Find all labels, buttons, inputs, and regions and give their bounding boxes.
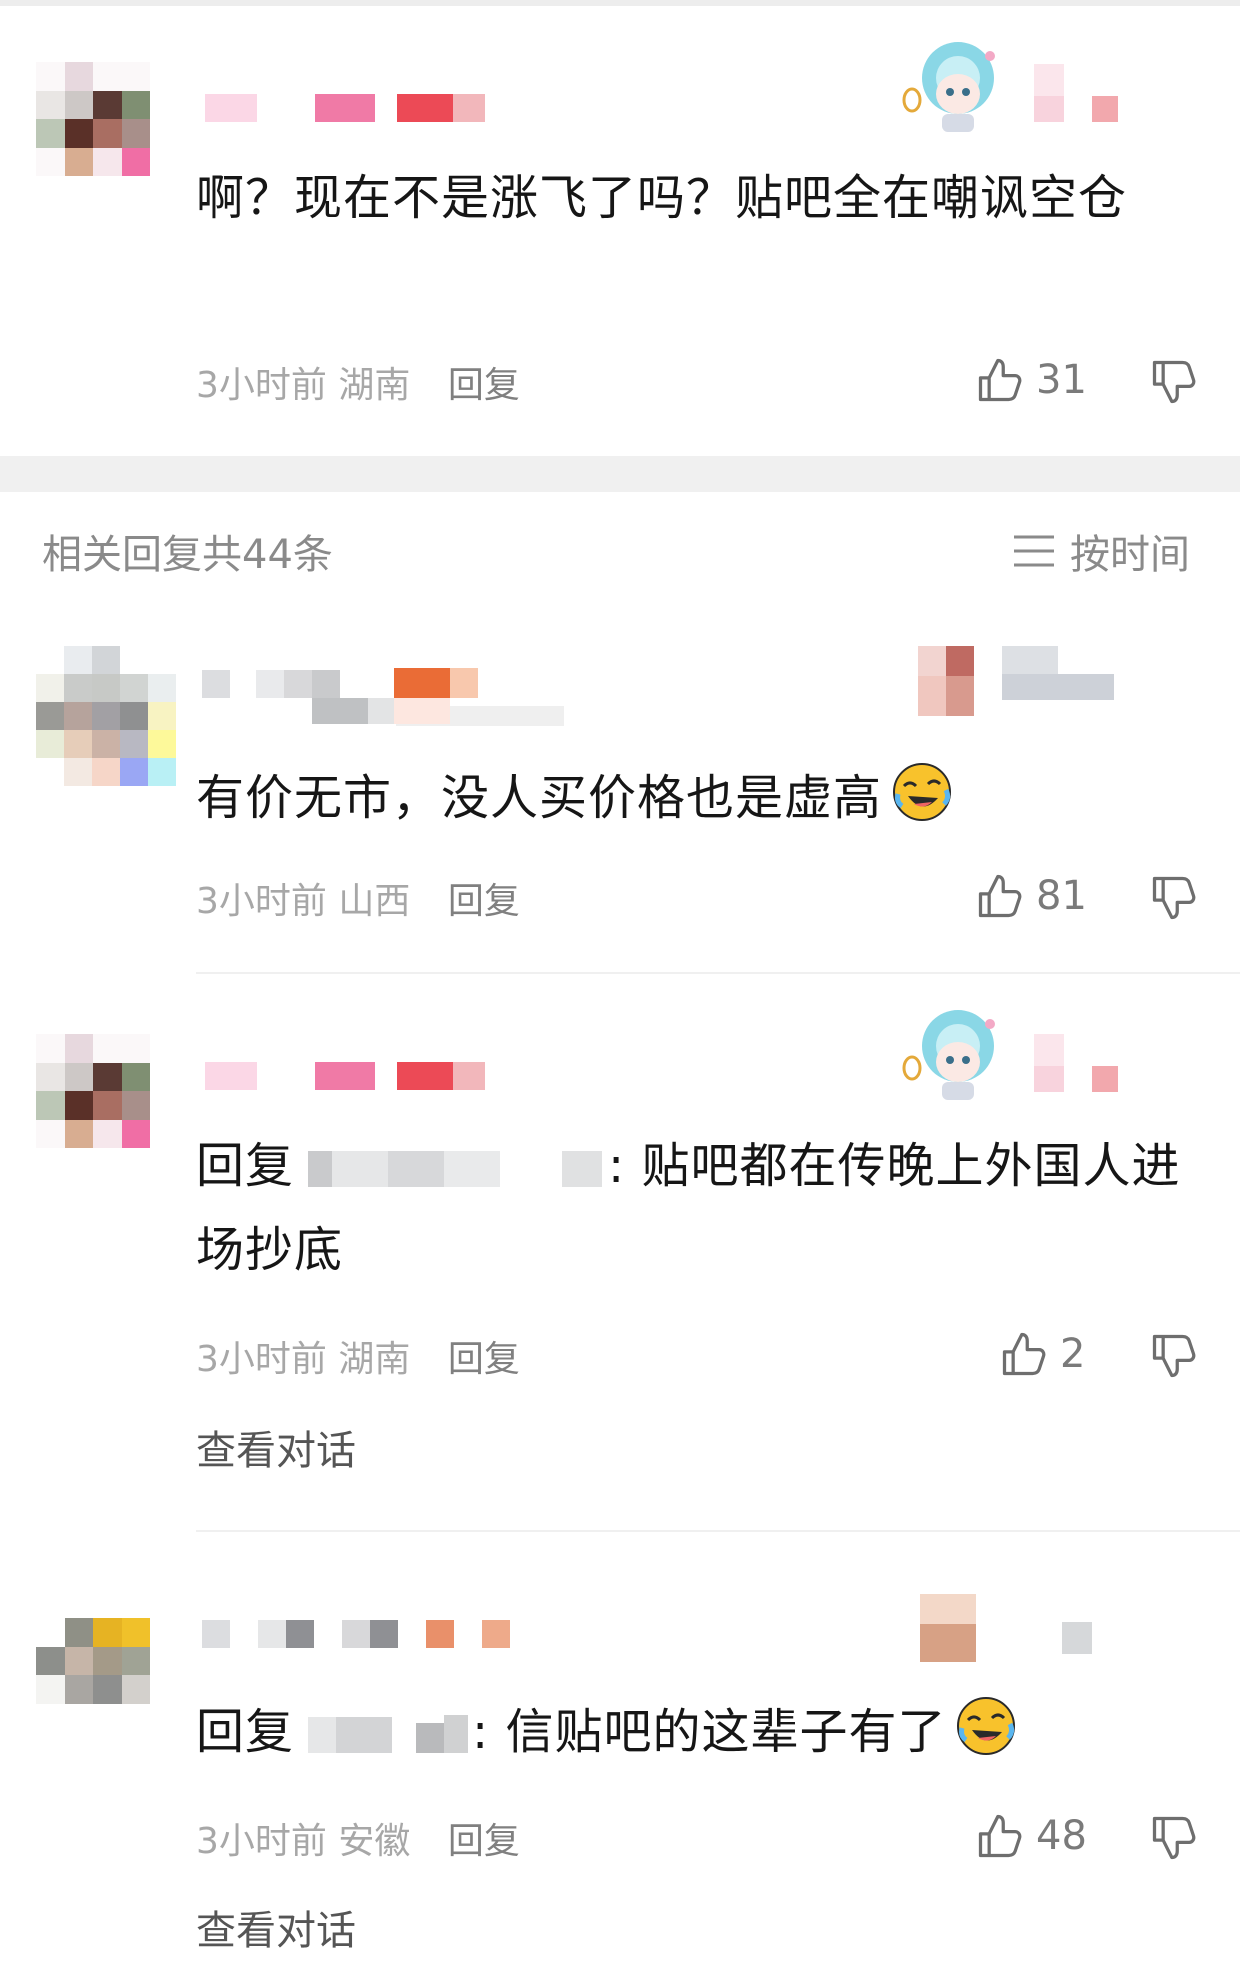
thumbs-up-icon	[978, 1814, 1022, 1858]
reply-button[interactable]: 回复	[448, 1821, 520, 1862]
user-badge-blurred	[918, 646, 1118, 726]
laughing-crying-emoji-icon	[957, 1697, 1016, 1755]
reply-button[interactable]: 回复	[448, 881, 520, 922]
comment-content: 啊？现在不是涨飞了吗？贴吧全在嘲讽空仓	[196, 170, 1128, 226]
like-count: 48	[1036, 1813, 1087, 1859]
like-button[interactable]: 81	[974, 866, 1087, 926]
like-count: 81	[1036, 873, 1087, 919]
thumbs-down-icon[interactable]	[1148, 356, 1200, 408]
reply-button[interactable]: 回复	[448, 1339, 520, 1380]
reply-time: 3小时前	[196, 881, 327, 922]
laughing-crying-emoji-icon	[893, 763, 952, 821]
view-conversation-link[interactable]: 查看对话	[196, 1418, 356, 1476]
user-tag-blurred	[1034, 64, 1118, 122]
section-divider	[0, 456, 1240, 492]
replied-username-blurred[interactable]	[308, 1149, 518, 1189]
reply-location: 安徽	[338, 1821, 411, 1862]
replied-username-blurred-2	[416, 1715, 472, 1755]
username-blurred[interactable]	[205, 1062, 485, 1090]
reply-prefix: 回复	[196, 1138, 295, 1194]
like-count: 2	[1060, 1331, 1086, 1377]
sort-label: 按时间	[1070, 532, 1190, 578]
replied-username-blurred-2	[562, 1149, 608, 1189]
username-blurred[interactable]	[205, 94, 485, 122]
replied-username-blurred[interactable]	[308, 1715, 396, 1755]
reply-content: 有价无市，没人买价格也是虚高	[196, 756, 1206, 840]
reply-meta: 3小时前 山西 回复	[196, 872, 520, 924]
like-count: 31	[1036, 357, 1087, 403]
thumbs-down-icon[interactable]	[1148, 1330, 1200, 1382]
avatar[interactable]	[36, 1034, 150, 1148]
menu-lines-icon	[1014, 535, 1054, 567]
reply-meta: 3小时前 安徽 回复	[196, 1812, 520, 1864]
thumbs-up-icon	[978, 874, 1022, 918]
user-tag-blurred	[1034, 1034, 1118, 1092]
replies-count-title: 相关回复共44条	[42, 532, 333, 578]
anime-badge-icon	[902, 1010, 995, 1100]
username-blurred[interactable]	[202, 1618, 512, 1652]
thumbs-down-icon[interactable]	[1148, 872, 1200, 924]
like-button[interactable]: 2	[998, 1324, 1085, 1384]
thumbs-down-icon[interactable]	[1148, 1812, 1200, 1864]
thumbs-up-icon	[978, 358, 1022, 402]
reply-content: 回复 : 贴吧都在传晚上外国人进场抄底	[196, 1138, 1181, 1278]
top-divider	[0, 0, 1240, 6]
reply-location: 山西	[338, 881, 411, 922]
comment-meta: 3小时前 湖南 回复	[196, 356, 520, 408]
reply-button[interactable]: 回复	[448, 365, 520, 406]
reply-time: 3小时前	[196, 1339, 327, 1380]
user-badge-blurred	[920, 1594, 1100, 1670]
reply-meta: 3小时前 湖南 回复	[196, 1330, 520, 1382]
reply-location: 湖南	[338, 1339, 411, 1380]
avatar[interactable]	[36, 646, 176, 786]
avatar[interactable]	[36, 1618, 150, 1704]
reply-separator	[196, 1530, 1240, 1532]
reply-prefix: 回复	[196, 1704, 295, 1760]
sort-button[interactable]: 按时间	[1012, 522, 1190, 580]
like-button[interactable]: 48	[974, 1806, 1087, 1866]
anime-badge-icon	[902, 42, 995, 132]
like-button[interactable]: 31	[974, 350, 1087, 410]
comment-time: 3小时前	[196, 365, 327, 406]
level-badge-blurred	[394, 668, 478, 726]
reply-content: 回复 : 信贴吧的这辈子有了	[196, 1690, 1206, 1774]
comment-location: 湖南	[338, 365, 411, 406]
avatar[interactable]	[36, 62, 150, 176]
reply-separator	[196, 972, 1240, 974]
thumbs-up-icon	[1002, 1332, 1046, 1376]
view-conversation-link[interactable]: 查看对话	[196, 1898, 356, 1956]
reply-time: 3小时前	[196, 1821, 327, 1862]
